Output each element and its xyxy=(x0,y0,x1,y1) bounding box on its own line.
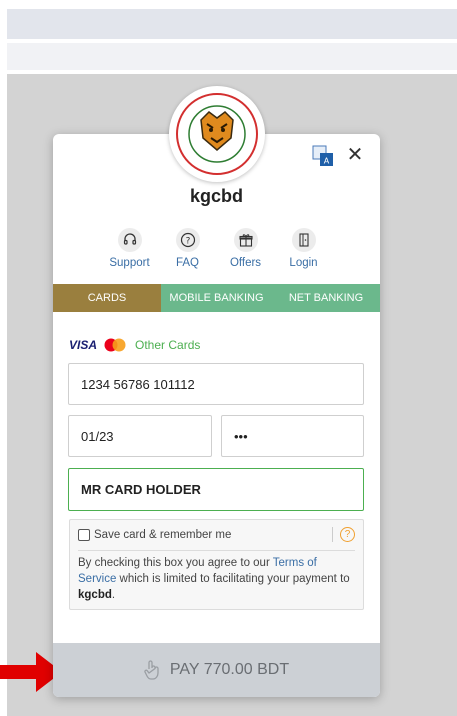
save-card-label: Save card & remember me xyxy=(94,529,232,541)
offers-label: Offers xyxy=(229,257,262,269)
pay-button-label: PAY 770.00 BDT xyxy=(169,661,290,678)
merchant-logo xyxy=(169,86,265,182)
card-holder-input[interactable]: MR CARD HOLDER xyxy=(68,468,364,511)
disclaimer-end: . xyxy=(111,589,116,601)
svg-text:A: A xyxy=(324,157,330,166)
hand-pointer-icon xyxy=(144,660,159,680)
help-icon[interactable]: ? xyxy=(340,527,355,542)
tab-cards[interactable]: CARDS xyxy=(53,284,161,312)
expiry-input[interactable]: 01/23 xyxy=(68,415,212,457)
support-label: Support xyxy=(109,257,150,269)
save-card-disclaimer: By checking this box you agree to our Te… xyxy=(78,555,350,603)
save-card-checkbox[interactable] xyxy=(78,529,90,541)
gift-icon xyxy=(233,228,258,252)
pay-button[interactable]: PAY 770.00 BDT xyxy=(53,643,380,697)
payment-method-tabs: CARDS MOBILE BANKING NET BANKING xyxy=(53,284,380,312)
browser-top-bar xyxy=(7,9,457,39)
close-button[interactable]: ✕ xyxy=(344,144,366,166)
faq-label: FAQ xyxy=(175,257,199,269)
other-cards-link[interactable]: Other Cards xyxy=(135,338,200,352)
disclaimer-text-2: which is limited to facilitating your pa… xyxy=(116,573,350,585)
visa-logo: VISA xyxy=(69,338,98,352)
quick-links: Support ? FAQ Offers Login xyxy=(53,228,380,269)
save-card-row[interactable]: Save card & remember me xyxy=(78,529,231,541)
login-link[interactable]: Login xyxy=(279,228,329,269)
tab-mobile-banking[interactable]: MOBILE BANKING xyxy=(161,284,272,312)
login-label: Login xyxy=(289,257,318,269)
svg-text:?: ? xyxy=(185,237,190,247)
tab-net-banking[interactable]: NET BANKING xyxy=(272,284,380,312)
save-card-box: Save card & remember me ? By checking th… xyxy=(69,519,364,610)
merchant-name: kgcbd xyxy=(189,186,243,206)
offers-link[interactable]: Offers xyxy=(221,228,271,269)
golf-club-logo-icon xyxy=(176,93,258,175)
language-icon[interactable]: A xyxy=(312,145,334,167)
support-link[interactable]: Support xyxy=(105,228,155,269)
question-icon: ? xyxy=(175,228,200,252)
cvc-input[interactable]: ••• xyxy=(221,415,364,457)
faq-link[interactable]: ? FAQ xyxy=(163,228,213,269)
headset-icon xyxy=(117,228,142,252)
disclaimer-merchant: kgcbd xyxy=(78,589,112,601)
login-icon xyxy=(291,228,316,252)
card-brand-logos: VISA Other Cards xyxy=(69,338,200,352)
disclaimer-text: By checking this box you agree to our xyxy=(78,557,273,569)
card-number-input[interactable]: 1234 56786 101112 xyxy=(68,363,364,405)
divider xyxy=(78,550,355,551)
browser-second-bar xyxy=(7,43,457,70)
help-divider xyxy=(332,527,333,542)
mastercard-icon xyxy=(104,338,126,352)
